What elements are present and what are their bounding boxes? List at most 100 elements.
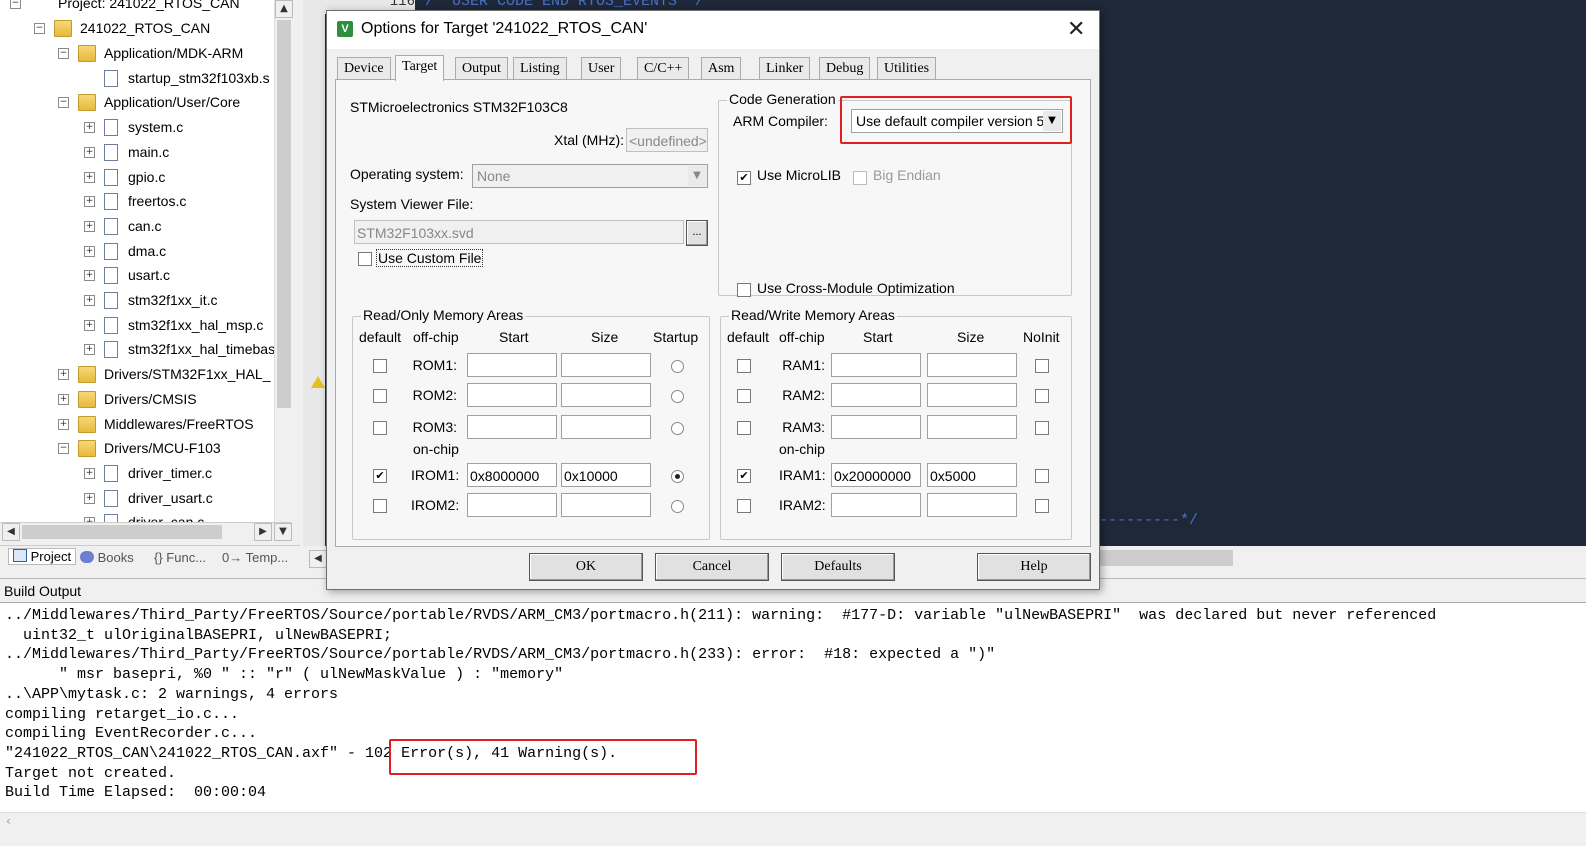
ro-start-input[interactable] [467, 383, 557, 407]
rw-start-input[interactable] [831, 493, 921, 517]
rw-default-checkbox[interactable] [737, 499, 751, 513]
build-output-text[interactable]: ../Middlewares/Third_Party/FreeRTOS/Sour… [0, 602, 1586, 813]
ro-size-input[interactable]: 0x10000 [561, 463, 651, 487]
tab-c-c-[interactable]: C/C++ [637, 57, 690, 80]
rw-start-input[interactable] [831, 383, 921, 407]
expand-icon[interactable]: − [58, 97, 69, 109]
tab-asm[interactable]: Asm [701, 57, 742, 80]
expand-icon[interactable]: − [58, 48, 69, 59]
cross-module-checkbox[interactable] [737, 283, 751, 297]
tab-books[interactable]: Books [80, 550, 134, 565]
startup-radio[interactable] [671, 422, 684, 435]
help-button[interactable]: Help [977, 553, 1091, 581]
h-scroll-thumb[interactable] [22, 525, 222, 539]
rw-size-input[interactable] [927, 383, 1017, 407]
noinit-checkbox[interactable] [1035, 359, 1049, 373]
expand-icon[interactable]: − [58, 443, 69, 455]
file-expand-icon[interactable]: + [84, 344, 95, 356]
startup-radio[interactable] [671, 470, 684, 483]
defaults-button[interactable]: Defaults [781, 553, 895, 581]
tab-listing[interactable]: Listing [513, 57, 567, 80]
xtal-input[interactable]: <undefined> [626, 128, 708, 152]
tab-debug[interactable]: Debug [819, 57, 871, 80]
editor-scroll-thumb[interactable] [1093, 550, 1233, 566]
rw-default-checkbox[interactable] [737, 389, 751, 403]
build-output-scrollbar[interactable]: ‹ [0, 812, 1586, 833]
ro-start-input[interactable] [467, 415, 557, 439]
scroll-left-icon[interactable]: ◀ [2, 523, 20, 541]
ro-size-input[interactable] [561, 415, 651, 439]
cancel-button[interactable]: Cancel [655, 553, 769, 581]
tab-utilities[interactable]: Utilities [877, 57, 937, 80]
rw-size-input[interactable] [927, 415, 1017, 439]
ro-size-input[interactable] [561, 383, 651, 407]
ro-default-checkbox[interactable]: ✔ [373, 469, 387, 483]
tab-device[interactable]: Device [337, 57, 391, 80]
rw-size-input[interactable] [927, 493, 1017, 517]
ro-start-input[interactable] [467, 353, 557, 377]
file-expand-icon[interactable]: + [84, 467, 95, 479]
big-endian-checkbox[interactable] [853, 171, 867, 185]
startup-radio[interactable] [671, 360, 684, 373]
svf-input[interactable]: STM32F103xx.svd [354, 220, 684, 244]
file-expand-icon[interactable]: + [84, 196, 95, 208]
file-expand-icon[interactable]: + [84, 146, 95, 158]
close-icon[interactable]: ✕ [1067, 17, 1085, 41]
file-expand-icon[interactable]: + [84, 245, 95, 257]
scroll-right-icon[interactable]: ▶ [254, 523, 272, 541]
use-microlib-checkbox[interactable]: ✔ [737, 171, 751, 185]
scroll-left-icon[interactable]: ◀ [309, 550, 327, 568]
scroll-left-icon[interactable]: ‹ [6, 814, 11, 828]
scroll-down-icon[interactable]: ▼ [274, 523, 292, 541]
tab-user[interactable]: User [581, 57, 622, 80]
tab-functions[interactable]: {} Func... [154, 550, 206, 565]
ro-default-checkbox[interactable] [373, 421, 387, 435]
ro-default-checkbox[interactable] [373, 359, 387, 373]
use-custom-file-checkbox[interactable] [358, 252, 372, 266]
rw-start-input[interactable]: 0x20000000 [831, 463, 921, 487]
os-select[interactable]: None ▼ [472, 164, 708, 188]
noinit-checkbox[interactable] [1035, 389, 1049, 403]
startup-radio[interactable] [671, 390, 684, 403]
rw-start-input[interactable] [831, 415, 921, 439]
file-expand-icon[interactable]: + [84, 492, 95, 504]
file-expand-icon[interactable]: + [84, 122, 95, 134]
scroll-thumb[interactable] [277, 20, 291, 408]
tab-output[interactable]: Output [455, 57, 508, 80]
noinit-checkbox[interactable] [1035, 499, 1049, 513]
tree-horizontal-scrollbar[interactable]: ◀ ▶ ▼ [0, 522, 292, 541]
tree-vertical-scrollbar[interactable]: ▲ [274, 0, 293, 526]
rw-start-input[interactable] [831, 353, 921, 377]
tab-templates[interactable]: 0→ Temp... [222, 550, 288, 565]
rw-default-checkbox[interactable] [737, 359, 751, 373]
file-expand-icon[interactable]: + [84, 319, 95, 331]
ro-default-checkbox[interactable] [373, 499, 387, 513]
file-expand-icon[interactable]: + [84, 171, 95, 183]
tab-linker[interactable]: Linker [759, 57, 811, 80]
file-expand-icon[interactable]: + [84, 270, 95, 282]
file-expand-icon[interactable]: + [84, 220, 95, 232]
tab-target[interactable]: Target [395, 55, 445, 81]
expand-icon[interactable]: + [58, 369, 69, 381]
ro-default-checkbox[interactable] [373, 389, 387, 403]
expand-icon[interactable]: + [58, 393, 69, 405]
rw-default-checkbox[interactable] [737, 421, 751, 435]
ro-size-input[interactable] [561, 353, 651, 377]
rw-default-checkbox[interactable]: ✔ [737, 469, 751, 483]
collapse-icon[interactable]: − [34, 23, 45, 34]
noinit-checkbox[interactable] [1035, 469, 1049, 483]
collapse-icon[interactable]: − [10, 0, 21, 9]
tab-project[interactable]: Project [8, 548, 77, 565]
ro-size-input[interactable] [561, 493, 651, 517]
scroll-up-icon[interactable]: ▲ [275, 0, 293, 18]
noinit-checkbox[interactable] [1035, 421, 1049, 435]
file-expand-icon[interactable]: + [84, 295, 95, 306]
ro-start-input[interactable] [467, 493, 557, 517]
rw-size-input[interactable] [927, 353, 1017, 377]
ro-start-input[interactable]: 0x8000000 [467, 463, 557, 487]
expand-icon[interactable]: + [58, 418, 69, 430]
startup-radio[interactable] [671, 500, 684, 513]
svf-browse-button[interactable]: ... [686, 220, 708, 246]
ok-button[interactable]: OK [529, 553, 643, 581]
rw-size-input[interactable]: 0x5000 [927, 463, 1017, 487]
